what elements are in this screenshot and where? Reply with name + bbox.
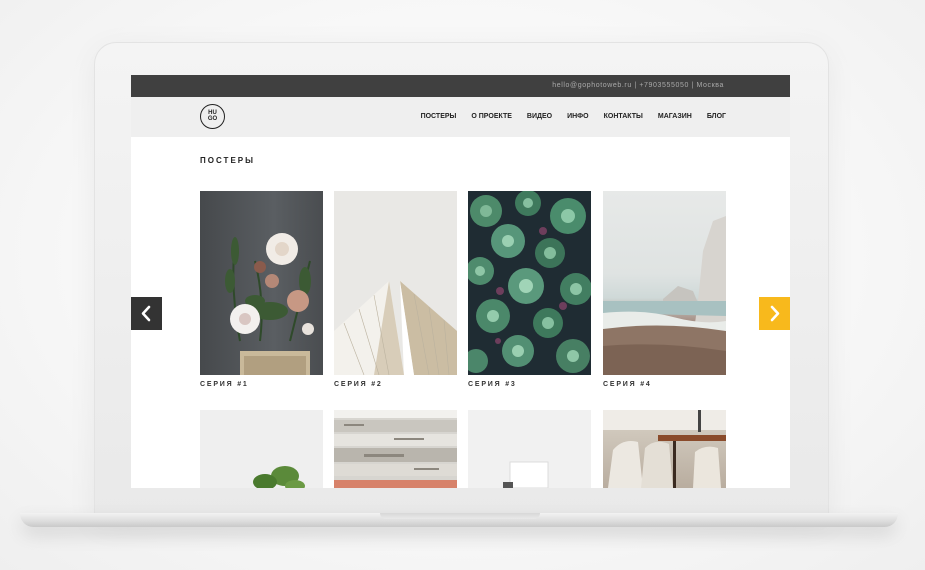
gallery-card-series-1[interactable]: СЕРИЯ #1 — [200, 191, 323, 388]
photo-succulents — [468, 191, 591, 375]
carousel-prev-button[interactable] — [131, 297, 162, 330]
nav-item-shop[interactable]: МАГАЗИН — [658, 113, 692, 120]
photo-beach-cliffs — [603, 191, 726, 375]
contact-city: Москва — [696, 82, 724, 89]
nav-item-info[interactable]: ИНФО — [567, 113, 589, 120]
website-screen: hello@gophotoweb.ru | +7903555050 | Моск… — [131, 75, 790, 488]
card-label: СЕРИЯ #2 — [334, 381, 383, 388]
contact-phone[interactable]: +7903555050 — [639, 82, 689, 89]
nav-item-posters[interactable]: ПОСТЕРЫ — [421, 113, 457, 120]
gallery-card-row2-1[interactable] — [200, 410, 323, 488]
gallery-card-series-4[interactable]: СЕРИЯ #4 — [603, 191, 726, 388]
photo-flowers-bouquet — [200, 191, 323, 375]
nav-item-video[interactable]: ВИДЕО — [527, 113, 552, 120]
logo-line-2: GO — [207, 116, 218, 122]
contact-email[interactable]: hello@gophotoweb.ru — [552, 82, 632, 89]
card-label: СЕРИЯ #1 — [200, 381, 249, 388]
chevron-left-icon — [141, 305, 151, 322]
photo-weathered-wood — [334, 410, 457, 488]
photo-architecture-roof — [334, 191, 457, 375]
site-logo[interactable]: HU GO — [200, 104, 225, 129]
laptop-scene: hello@gophotoweb.ru | +7903555050 | Моск… — [0, 0, 925, 570]
main-menu: ПОСТЕРЫ О ПРОЕКТЕ ВИДЕО ИНФО КОНТАКТЫ МА… — [421, 113, 726, 120]
gallery-card-series-2[interactable]: СЕРИЯ #2 — [334, 191, 457, 388]
gallery-card-series-3[interactable]: СЕРИЯ #3 — [468, 191, 591, 388]
nav-item-contacts[interactable]: КОНТАКТЫ — [604, 113, 643, 120]
nav-item-blog[interactable]: БЛОГ — [707, 113, 726, 120]
card-label: СЕРИЯ #4 — [603, 381, 652, 388]
photo-plant-leaves — [200, 410, 323, 488]
carousel-next-button[interactable] — [759, 297, 790, 330]
gallery-card-row2-3[interactable] — [468, 410, 591, 488]
contact-info: hello@gophotoweb.ru | +7903555050 | Моск… — [552, 82, 724, 89]
separator: | — [691, 82, 694, 89]
contact-topbar: hello@gophotoweb.ru | +7903555050 | Моск… — [131, 75, 790, 97]
gallery-card-row2-4[interactable] — [603, 410, 726, 488]
photo-white-still-life — [468, 410, 591, 488]
laptop-notch — [380, 513, 540, 519]
separator: | — [634, 82, 637, 89]
nav-item-about[interactable]: О ПРОЕКТЕ — [471, 113, 512, 120]
photo-dining-chairs — [603, 410, 726, 488]
main-navbar: HU GO ПОСТЕРЫ О ПРОЕКТЕ ВИДЕО ИНФО КОНТА… — [131, 97, 790, 137]
card-label: СЕРИЯ #3 — [468, 381, 517, 388]
page-title: ПОСТЕРЫ — [200, 156, 255, 165]
gallery-card-row2-2[interactable] — [334, 410, 457, 488]
chevron-right-icon — [770, 305, 780, 322]
